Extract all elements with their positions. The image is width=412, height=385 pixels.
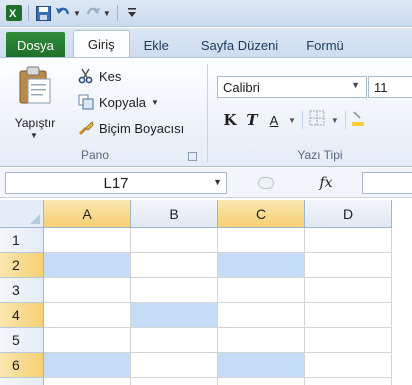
row-header-2[interactable]: 2 — [0, 253, 44, 278]
column-header-b[interactable]: B — [131, 200, 218, 228]
cell-c2[interactable] — [218, 253, 305, 278]
column-header-c[interactable]: C — [218, 200, 305, 228]
quick-access-toolbar: X ▼ ▼ — [0, 0, 412, 27]
tab-sayfa-duzeni[interactable]: Sayfa Düzeni — [183, 32, 292, 58]
undo-dropdown-icon[interactable]: ▼ — [73, 9, 81, 18]
formula-bar: L17 ▼ fx — [0, 168, 412, 198]
cell-b2[interactable] — [131, 253, 218, 278]
tab-giris[interactable]: Giriş — [72, 30, 130, 58]
fx-icon: fx — [319, 175, 333, 191]
cell-b1[interactable] — [131, 228, 218, 253]
row-header-3[interactable]: 3 — [0, 278, 44, 303]
tab-ekle[interactable]: Ekle — [130, 32, 183, 58]
copy-icon — [78, 94, 94, 110]
copy-label: Kopyala — [99, 94, 146, 110]
font-size-dropdown[interactable]: 11 — [368, 76, 412, 98]
clipboard-icon — [19, 66, 51, 104]
scissors-icon — [78, 68, 94, 84]
redo-icon[interactable] — [85, 5, 101, 21]
bold-button[interactable]: K — [222, 111, 238, 129]
cell-d6[interactable] — [305, 353, 392, 378]
toolbar-divider — [28, 5, 29, 21]
tab-formuller[interactable]: Formü — [292, 32, 358, 58]
cell-c5[interactable] — [218, 328, 305, 353]
cell-d7[interactable] — [305, 378, 392, 385]
row-header-4[interactable]: 4 — [0, 303, 44, 328]
formula-input[interactable] — [362, 172, 412, 194]
cell-a5[interactable] — [44, 328, 131, 353]
cell-b4[interactable] — [131, 303, 218, 328]
cell-d3[interactable] — [305, 278, 392, 303]
svg-text:X: X — [9, 8, 17, 20]
cell-b6[interactable] — [131, 353, 218, 378]
select-all-button[interactable] — [0, 200, 44, 228]
font-group-label: Yazı Tipi — [297, 148, 343, 162]
cell-b3[interactable] — [131, 278, 218, 303]
cell-a6[interactable] — [44, 353, 131, 378]
save-icon[interactable] — [35, 5, 51, 21]
paste-label: Yapıştır — [14, 116, 56, 130]
font-name-value: Calibri — [223, 79, 260, 95]
font-size-value: 11 — [374, 79, 388, 95]
cell-d5[interactable] — [305, 328, 392, 353]
cell-a2[interactable] — [44, 253, 131, 278]
paste-button[interactable]: Yapıştır ▼ — [4, 64, 66, 146]
cell-b5[interactable] — [131, 328, 218, 353]
redo-dropdown-icon[interactable]: ▼ — [103, 9, 111, 18]
name-box-dropdown-icon[interactable]: ▼ — [213, 177, 222, 187]
cell-a7[interactable] — [44, 378, 131, 385]
tab-dosya[interactable]: Dosya — [6, 32, 65, 58]
insert-function-button[interactable]: fx — [250, 172, 362, 194]
cell-c4[interactable] — [218, 303, 305, 328]
underline-button[interactable]: A — [266, 113, 282, 128]
cell-d4[interactable] — [305, 303, 392, 328]
cell-c3[interactable] — [218, 278, 305, 303]
ribbon-panel: Yapıştır ▼ Kes Kopyala ▼ Biçim Boyacısı … — [0, 57, 412, 167]
format-divider — [301, 111, 303, 129]
excel-icon[interactable]: X — [6, 5, 22, 21]
cut-button[interactable]: Kes — [78, 66, 121, 86]
italic-button[interactable]: T — [244, 111, 260, 129]
cell-c6[interactable] — [218, 353, 305, 378]
fill-color-icon[interactable] — [351, 110, 364, 130]
cell-c7[interactable] — [218, 378, 305, 385]
name-box[interactable]: L17 ▼ — [5, 172, 227, 194]
borders-dropdown-icon[interactable]: ▼ — [331, 116, 339, 125]
customize-icon[interactable] — [124, 5, 140, 21]
cell-c1[interactable] — [218, 228, 305, 253]
font-name-dropdown[interactable]: Calibri ▼ — [217, 76, 367, 98]
ribbon-tabs: Dosya Giriş Ekle Sayfa Düzeni Formü — [0, 28, 412, 58]
brush-icon — [78, 120, 94, 136]
column-header-a[interactable]: A — [44, 200, 131, 228]
format-painter-button[interactable]: Biçim Boyacısı — [78, 118, 184, 138]
toolbar-divider — [116, 5, 118, 21]
undo-icon[interactable] — [55, 5, 71, 21]
cell-a4[interactable] — [44, 303, 131, 328]
row-header-6[interactable]: 6 — [0, 353, 44, 378]
format-painter-label: Biçim Boyacısı — [99, 120, 185, 136]
name-box-value: L17 — [103, 174, 129, 192]
row-header-5[interactable]: 5 — [0, 328, 44, 353]
cut-label: Kes — [99, 68, 122, 84]
row-header-1[interactable]: 1 — [0, 228, 44, 253]
cell-a3[interactable] — [44, 278, 131, 303]
cell-d2[interactable] — [305, 253, 392, 278]
cell-b7[interactable] — [131, 378, 218, 385]
group-divider — [207, 64, 208, 162]
pano-group-label: Pano — [80, 148, 110, 162]
worksheet-grid: ABCD 1234567 — [0, 200, 412, 385]
row-header-7[interactable]: 7 — [0, 378, 44, 385]
pano-dialog-launcher-icon[interactable] — [188, 152, 197, 161]
underline-dropdown-icon[interactable]: ▼ — [288, 116, 296, 125]
copy-dropdown-icon[interactable]: ▼ — [151, 98, 159, 107]
format-divider — [344, 111, 346, 129]
font-format-row: K T A ▼ ▼ — [222, 110, 364, 130]
column-header-d[interactable]: D — [305, 200, 392, 228]
font-name-dropdown-icon[interactable]: ▼ — [351, 80, 360, 90]
cell-a1[interactable] — [44, 228, 131, 253]
borders-icon[interactable] — [309, 110, 325, 130]
cell-d1[interactable] — [305, 228, 392, 253]
paste-dropdown-icon[interactable]: ▼ — [30, 131, 38, 140]
copy-button[interactable]: Kopyala ▼ — [78, 92, 159, 112]
